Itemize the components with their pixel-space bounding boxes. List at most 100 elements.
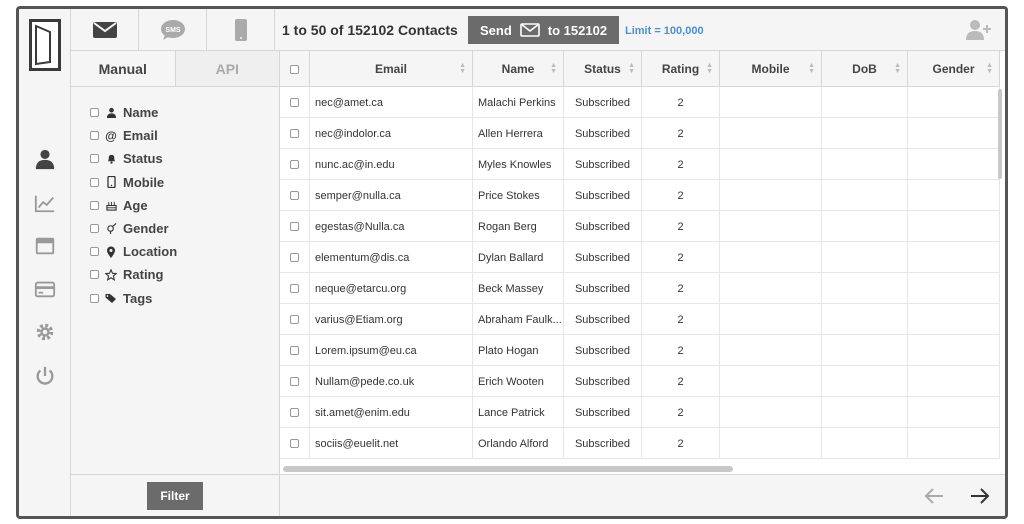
- tab-api[interactable]: API: [175, 51, 279, 86]
- mobile-cell: [720, 211, 822, 242]
- table-row[interactable]: nec@indolor.ca Allen Herrera Subscribed 2: [280, 118, 1000, 149]
- filter-status[interactable]: Status: [90, 147, 279, 170]
- filter-checkbox[interactable]: [90, 270, 99, 280]
- status-cell: Subscribed: [564, 87, 642, 118]
- filter-checkbox[interactable]: [90, 131, 99, 141]
- row-checkbox[interactable]: [290, 346, 299, 355]
- contact-count: 1 to 50 of 152102 Contacts: [282, 22, 458, 38]
- row-checkbox[interactable]: [290, 284, 299, 293]
- gear-icon[interactable]: [33, 320, 57, 344]
- column-header-status[interactable]: Status ▲ ▼: [564, 51, 642, 87]
- select-all-checkbox[interactable]: [290, 64, 299, 74]
- filter-name[interactable]: Name: [90, 101, 279, 124]
- sort-icon: ▲ ▼: [706, 62, 713, 75]
- bell-icon: [105, 153, 117, 165]
- power-icon[interactable]: [33, 364, 57, 388]
- table-row[interactable]: Lorem.ipsum@eu.ca Plato Hogan Subscribed 2: [280, 335, 1000, 366]
- arrow-left-icon[interactable]: [923, 485, 945, 507]
- row-checkbox[interactable]: [290, 408, 299, 417]
- dob-cell: [822, 304, 908, 335]
- row-checkbox[interactable]: [290, 98, 299, 107]
- filter-checkbox[interactable]: [90, 293, 99, 303]
- column-header-rating[interactable]: Rating ▲ ▼: [642, 51, 720, 87]
- row-select-cell: [280, 304, 310, 335]
- send-button[interactable]: Send to 152102: [468, 16, 620, 44]
- filter-age[interactable]: Age: [90, 194, 279, 217]
- filter-email[interactable]: @ Email: [90, 124, 279, 147]
- filter-mobile[interactable]: Mobile: [90, 171, 279, 194]
- table-row[interactable]: semper@nulla.ca Price Stokes Subscribed 2: [280, 180, 1000, 211]
- dob-cell: [822, 397, 908, 428]
- row-checkbox[interactable]: [290, 377, 299, 386]
- rating-cell: 2: [642, 180, 720, 211]
- mobile-channel-tab[interactable]: [207, 9, 275, 51]
- table-row[interactable]: varius@Etiam.org Abraham Faulk... Subscrib…: [280, 304, 1000, 335]
- row-select-cell: [280, 273, 310, 304]
- arrow-right-icon[interactable]: [969, 485, 991, 507]
- gender-cell: [908, 211, 1000, 242]
- table-row[interactable]: egestas@Nulla.ca Rogan Berg Subscribed 2: [280, 211, 1000, 242]
- email-cell: nec@amet.ca: [310, 87, 473, 118]
- table-row[interactable]: sit.amet@enim.edu Lance Patrick Subscribed…: [280, 397, 1000, 428]
- logo-door-icon[interactable]: [29, 19, 61, 71]
- row-checkbox[interactable]: [290, 129, 299, 138]
- filter-gender[interactable]: Gender: [90, 217, 279, 240]
- select-all-cell: [280, 51, 310, 87]
- contacts-table: Email ▲ ▼ Name ▲ ▼ Status ▲ ▼ Rating ▲ ▼ Mobile ▲ ▼ DoB…: [280, 51, 1005, 474]
- filter-button[interactable]: Filter: [147, 481, 203, 510]
- row-checkbox[interactable]: [290, 253, 299, 262]
- filter-checkbox[interactable]: [90, 177, 99, 187]
- table-row[interactable]: nec@amet.ca Malachi Perkins Subscribed 2: [280, 87, 1000, 118]
- sort-icon: ▲ ▼: [894, 62, 901, 75]
- status-cell: Subscribed: [564, 118, 642, 149]
- dob-cell: [822, 87, 908, 118]
- table-row[interactable]: neque@etarcu.org Beck Massey Subscribed 2: [280, 273, 1000, 304]
- filter-rating[interactable]: Rating: [90, 263, 279, 286]
- horizontal-scrollbar[interactable]: [283, 466, 733, 472]
- column-header-dob[interactable]: DoB ▲ ▼: [822, 51, 908, 87]
- gender-cell: [908, 242, 1000, 273]
- tab-manual[interactable]: Manual: [71, 51, 176, 86]
- window-icon[interactable]: [33, 234, 57, 258]
- email-cell: neque@etarcu.org: [310, 273, 473, 304]
- mobile-cell: [720, 304, 822, 335]
- row-checkbox[interactable]: [290, 160, 299, 169]
- filter-list: Name @ Email Status Mobile Age Gender Location R…: [71, 87, 279, 310]
- filter-checkbox[interactable]: [90, 154, 99, 164]
- status-cell: Subscribed: [564, 428, 642, 459]
- column-header-mobile[interactable]: Mobile ▲ ▼: [720, 51, 822, 87]
- column-header-name[interactable]: Name ▲ ▼: [473, 51, 564, 87]
- send-label: Send: [480, 22, 512, 38]
- column-header-gender[interactable]: Gender ▲ ▼: [908, 51, 1000, 87]
- sms-channel-tab[interactable]: SMS: [139, 9, 207, 51]
- mobile-cell: [720, 428, 822, 459]
- vertical-scrollbar[interactable]: [998, 89, 1002, 179]
- filter-checkbox[interactable]: [90, 108, 99, 118]
- table-row[interactable]: nunc.ac@in.edu Myles Knowles Subscribed 2: [280, 149, 1000, 180]
- filter-location[interactable]: Location: [90, 240, 279, 263]
- table-row[interactable]: sociis@euelit.net Orlando Alford Subscribe…: [280, 428, 1000, 459]
- row-checkbox[interactable]: [290, 439, 299, 448]
- row-checkbox[interactable]: [290, 222, 299, 231]
- filter-checkbox[interactable]: [90, 200, 99, 210]
- user-icon[interactable]: [33, 147, 57, 171]
- mobile-cell: [720, 335, 822, 366]
- filter-checkbox[interactable]: [90, 224, 99, 234]
- column-header-email[interactable]: Email ▲ ▼: [310, 51, 473, 87]
- table-row[interactable]: elementum@dis.ca Dylan Ballard Subscribed 2: [280, 242, 1000, 273]
- table-row[interactable]: Nullam@pede.co.uk Erich Wooten Subscribed 2: [280, 366, 1000, 397]
- row-checkbox[interactable]: [290, 191, 299, 200]
- filter-tags[interactable]: Tags: [90, 287, 279, 310]
- panel-tabs: Manual API: [71, 51, 279, 87]
- gender-cell: [908, 397, 1000, 428]
- row-checkbox[interactable]: [290, 315, 299, 324]
- credit-card-icon[interactable]: [33, 277, 57, 301]
- chart-icon[interactable]: [33, 191, 57, 215]
- name-cell: Lance Patrick: [473, 397, 564, 428]
- dob-cell: [822, 428, 908, 459]
- email-channel-tab[interactable]: [71, 9, 139, 51]
- row-select-cell: [280, 335, 310, 366]
- filter-checkbox[interactable]: [90, 247, 99, 257]
- add-user-icon[interactable]: [965, 19, 991, 41]
- name-cell: Abraham Faulk...: [473, 304, 564, 335]
